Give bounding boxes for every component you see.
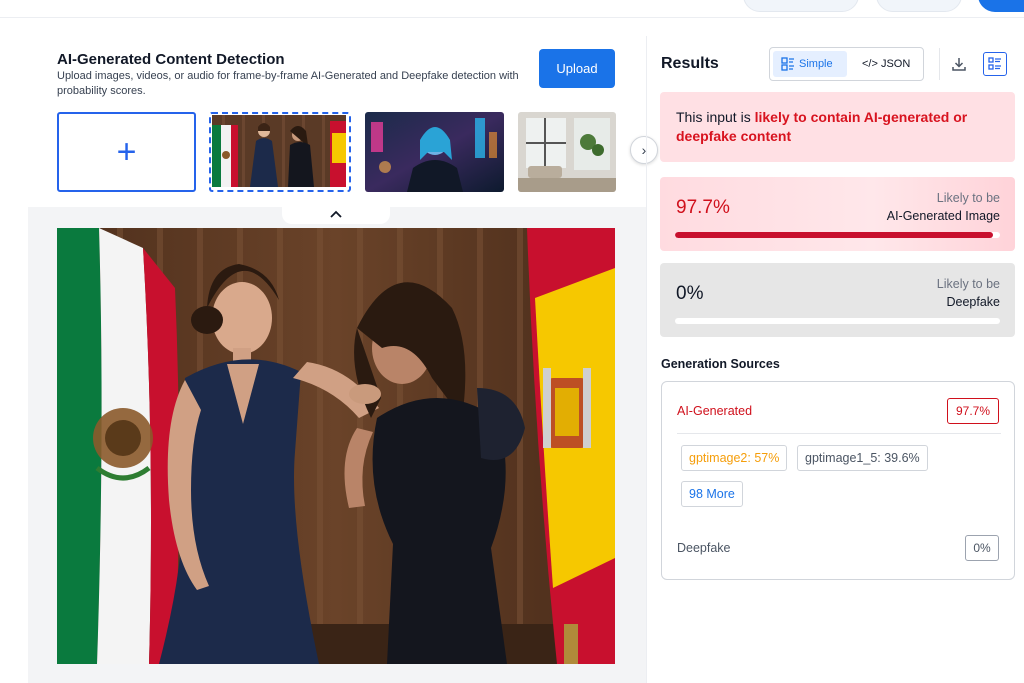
simple-view-button[interactable]: Simple (773, 51, 847, 77)
upload-panel: AI-Generated Content Detection Upload im… (28, 36, 658, 683)
json-view-label: </> JSON (862, 58, 911, 70)
ai-generated-label: AI-Generated (677, 404, 753, 418)
view-toggle: Simple </> JSON (769, 47, 924, 81)
toolbar-separator (939, 48, 940, 80)
deepfake-label: Deepfake (677, 541, 731, 555)
deepfake-score-bar (675, 318, 1000, 324)
likely-label: Likely to be (936, 277, 1000, 291)
top-primary-button[interactable] (978, 0, 1024, 12)
generation-sources-box: AI-Generated 97.7% gptimage2: 57% gptima… (661, 381, 1015, 580)
simple-view-icon (781, 57, 794, 71)
deepfake-score-label: Likely to be Deepfake (937, 275, 1000, 311)
two-women-flags-image (57, 228, 615, 664)
generation-sources-title: Generation Sources (661, 357, 780, 371)
plus-icon: + (116, 133, 137, 171)
deepfake-score-card: 0% Likely to be Deepfake (660, 263, 1015, 337)
top-nav-button[interactable] (876, 0, 962, 12)
more-sources-button[interactable]: 98 More (681, 481, 743, 507)
list-detail-icon (988, 57, 1001, 70)
preview-image (57, 228, 615, 664)
panel-divider (646, 36, 647, 683)
chevron-up-icon (330, 210, 342, 218)
ai-score-label: Likely to be AI-Generated Image (887, 189, 1000, 225)
thumbnail[interactable] (365, 112, 504, 192)
ai-type-label: AI-Generated Image (886, 209, 1000, 223)
ai-generated-badge: 97.7% (947, 398, 999, 424)
upload-button[interactable]: Upload (539, 49, 615, 88)
verdict-prefix: This input is (676, 109, 755, 125)
thumbnail[interactable] (518, 112, 616, 192)
add-media-button[interactable]: + (57, 112, 196, 192)
ai-score-bar-fill (675, 232, 993, 238)
download-button[interactable] (947, 52, 971, 76)
deepfake-type-label: Deepfake (946, 295, 1000, 309)
source-chip[interactable]: gptimage2: 57% (681, 445, 788, 471)
ai-score-percent: 97.7% (676, 197, 730, 218)
deepfake-badge: 0% (965, 535, 999, 561)
collapse-thumbnails-button[interactable] (282, 204, 390, 224)
two-women-flags-image (212, 115, 346, 187)
thumbnail-strip: + › (57, 112, 658, 194)
top-bar (0, 0, 1024, 18)
page-subtitle: Upload images, videos, or audio for fram… (57, 70, 519, 97)
divider (677, 433, 1001, 434)
download-icon (952, 58, 966, 71)
likely-label: Likely to be (936, 191, 1000, 205)
deepfake-score-percent: 0% (676, 283, 704, 304)
page-title: AI-Generated Content Detection (57, 51, 285, 68)
simple-view-label: Simple (799, 58, 833, 70)
json-view-button[interactable]: </> JSON (854, 51, 920, 77)
preview-area (28, 204, 646, 683)
neon-city-portrait-image (365, 112, 504, 192)
results-title: Results (661, 55, 719, 72)
ai-score-bar (675, 232, 1000, 238)
source-chip[interactable]: gptimage1_5: 39.6% (797, 445, 928, 471)
detail-view-button[interactable] (983, 52, 1007, 76)
top-nav-button[interactable] (743, 0, 859, 12)
verdict-banner: This input is likely to contain AI-gener… (660, 92, 1015, 162)
thumbnail-selected[interactable] (209, 112, 351, 192)
next-thumbnail-button[interactable]: › (630, 136, 658, 164)
modern-living-room-image (518, 112, 616, 192)
ai-generated-score-card: 97.7% Likely to be AI-Generated Image (660, 177, 1015, 251)
